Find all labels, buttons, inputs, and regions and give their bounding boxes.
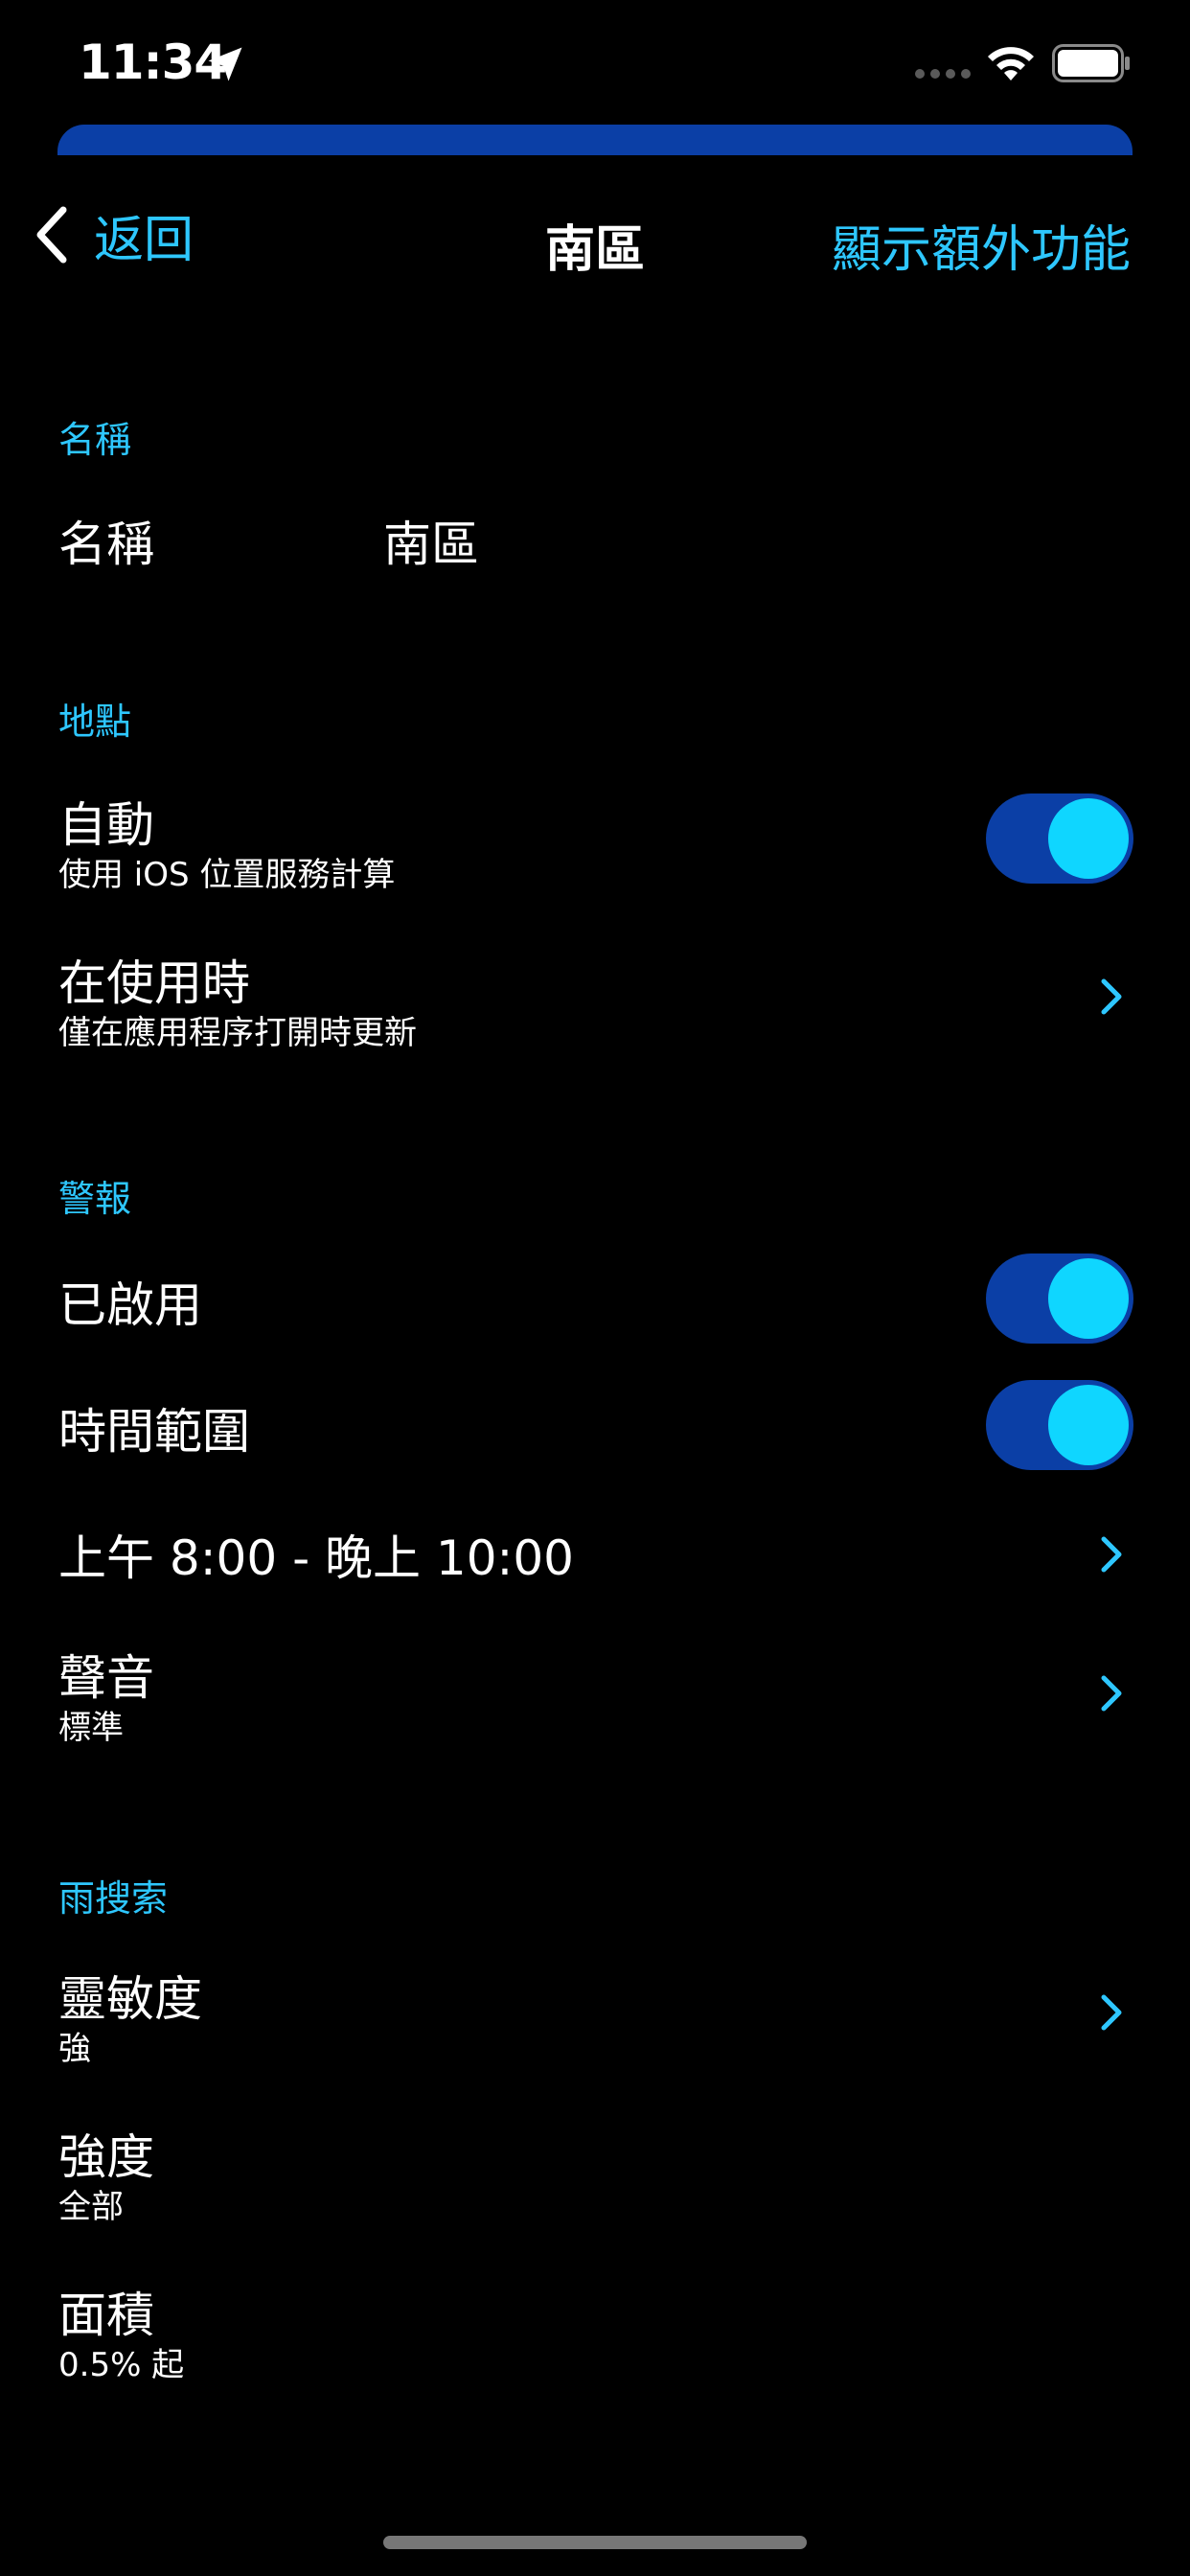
intensity-subtitle: 全部 — [58, 2188, 124, 2226]
top-banner — [57, 125, 1133, 155]
time-range-toggle[interactable] — [986, 1380, 1133, 1470]
auto-location-row: 自動 使用 iOS 位置服務計算 — [0, 781, 1190, 896]
location-arrow-icon — [208, 47, 242, 81]
show-extra-features-button[interactable]: 顯示額外功能 — [832, 209, 1131, 281]
sensitivity-subtitle: 強 — [58, 2030, 91, 2068]
section-header-alerts: 警報 — [58, 1178, 132, 1220]
time-range-title: 時間範圍 — [58, 1404, 250, 1460]
sound-row[interactable]: 聲音 標準 — [0, 1634, 1190, 1749]
wifi-icon — [988, 47, 1034, 80]
chevron-right-icon — [1101, 1675, 1122, 1712]
name-row[interactable]: 名稱 南區 — [0, 498, 1190, 585]
name-row-title: 名稱 — [58, 517, 154, 572]
time-range-value: 上午 8:00 - 晚上 10:00 — [58, 1530, 574, 1586]
when-using-row[interactable]: 在使用時 僅在應用程序打開時更新 — [0, 939, 1190, 1054]
auto-location-toggle[interactable] — [986, 794, 1133, 884]
sound-subtitle: 標準 — [58, 1709, 124, 1747]
auto-location-title: 自動 — [58, 797, 154, 853]
chevron-right-icon — [1101, 978, 1122, 1015]
intensity-row[interactable]: 強度 全部 — [0, 2113, 1190, 2228]
home-indicator[interactable] — [383, 2536, 807, 2549]
area-title: 面積 — [58, 2288, 154, 2343]
auto-location-subtitle: 使用 iOS 位置服務計算 — [58, 856, 396, 894]
signal-dots-icon — [915, 69, 971, 79]
name-value-field[interactable]: 南區 — [383, 506, 479, 575]
alerts-enabled-row: 已啟用 — [0, 1254, 1190, 1344]
chevron-right-icon — [1101, 1994, 1122, 2031]
area-subtitle: 0.5% 起 — [58, 2346, 185, 2384]
section-header-rain-search: 雨搜索 — [58, 1877, 169, 1920]
when-using-title: 在使用時 — [58, 955, 250, 1011]
intensity-title: 強度 — [58, 2129, 154, 2185]
time-range-value-row[interactable]: 上午 8:00 - 晚上 10:00 — [0, 1512, 1190, 1589]
area-row[interactable]: 面積 0.5% 起 — [0, 2271, 1190, 2386]
status-bar: 11:34 — [0, 0, 1190, 134]
sensitivity-row[interactable]: 靈敏度 強 — [0, 1955, 1190, 2070]
chevron-right-icon — [1101, 1536, 1122, 1573]
nav-bar: 返回 南區 顯示額外功能 — [0, 182, 1190, 288]
section-header-name: 名稱 — [58, 419, 132, 461]
time-range-row: 時間範圍 — [0, 1380, 1190, 1470]
alerts-enabled-toggle[interactable] — [986, 1254, 1133, 1344]
sound-title: 聲音 — [58, 1650, 154, 1706]
when-using-subtitle: 僅在應用程序打開時更新 — [58, 1014, 417, 1052]
section-header-location: 地點 — [58, 701, 132, 743]
alerts-enabled-title: 已啟用 — [58, 1277, 202, 1333]
sensitivity-title: 靈敏度 — [58, 1971, 202, 2027]
battery-icon — [1052, 44, 1130, 82]
